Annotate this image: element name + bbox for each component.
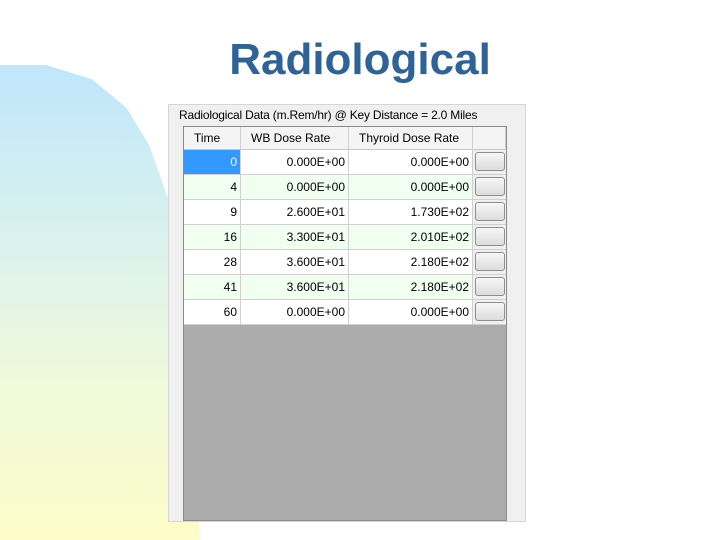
row-action-button[interactable]	[475, 177, 505, 196]
cell-time[interactable]: 9	[184, 200, 241, 225]
table-row[interactable]: 41 3.600E+01 2.180E+02	[184, 275, 506, 300]
cell-time[interactable]: 16	[184, 225, 241, 250]
row-button-cell	[473, 200, 506, 225]
cell-thyroid-dose-rate[interactable]: 0.000E+00	[349, 175, 473, 200]
column-header-wb-dose-rate[interactable]: WB Dose Rate	[241, 127, 349, 150]
slide-title: Radiological	[229, 35, 491, 84]
column-header-button	[473, 127, 506, 150]
cell-time[interactable]: 60	[184, 300, 241, 325]
row-button-cell	[473, 300, 506, 325]
row-button-cell	[473, 175, 506, 200]
cell-time[interactable]: 4	[184, 175, 241, 200]
table-row[interactable]: 9 2.600E+01 1.730E+02	[184, 200, 506, 225]
cell-wb-dose-rate[interactable]: 3.300E+01	[241, 225, 349, 250]
row-action-button[interactable]	[475, 277, 505, 296]
row-action-button[interactable]	[475, 202, 505, 221]
table-row[interactable]: 28 3.600E+01 2.180E+02	[184, 250, 506, 275]
row-button-cell	[473, 275, 506, 300]
row-action-button[interactable]	[475, 252, 505, 271]
cell-wb-dose-rate[interactable]: 0.000E+00	[241, 150, 349, 175]
cell-wb-dose-rate[interactable]: 0.000E+00	[241, 300, 349, 325]
column-header-time[interactable]: Time	[184, 127, 241, 150]
radiological-data-panel: Radiological Data (m.Rem/hr) @ Key Dista…	[168, 104, 526, 522]
cell-thyroid-dose-rate[interactable]: 1.730E+02	[349, 200, 473, 225]
cell-wb-dose-rate[interactable]: 2.600E+01	[241, 200, 349, 225]
cell-wb-dose-rate[interactable]: 3.600E+01	[241, 250, 349, 275]
table-row[interactable]: 4 0.000E+00 0.000E+00	[184, 175, 506, 200]
table-row[interactable]: 60 0.000E+00 0.000E+00	[184, 300, 506, 325]
cell-thyroid-dose-rate[interactable]: 2.010E+02	[349, 225, 473, 250]
cell-thyroid-dose-rate[interactable]: 0.000E+00	[349, 300, 473, 325]
row-action-button[interactable]	[475, 152, 505, 171]
row-button-cell	[473, 150, 506, 175]
data-grid[interactable]: Time WB Dose Rate Thyroid Dose Rate 0 0.0…	[183, 126, 507, 521]
cell-time[interactable]: 0	[184, 150, 241, 175]
table-row[interactable]: 0 0.000E+00 0.000E+00	[184, 150, 506, 175]
cell-time[interactable]: 41	[184, 275, 241, 300]
panel-label: Radiological Data (m.Rem/hr) @ Key Dista…	[179, 108, 478, 122]
row-button-cell	[473, 225, 506, 250]
table-row[interactable]: 16 3.300E+01 2.010E+02	[184, 225, 506, 250]
cell-thyroid-dose-rate[interactable]: 0.000E+00	[349, 150, 473, 175]
cell-wb-dose-rate[interactable]: 3.600E+01	[241, 275, 349, 300]
row-action-button[interactable]	[475, 227, 505, 246]
cell-thyroid-dose-rate[interactable]: 2.180E+02	[349, 275, 473, 300]
column-header-thyroid-dose-rate[interactable]: Thyroid Dose Rate	[349, 127, 473, 150]
cell-wb-dose-rate[interactable]: 0.000E+00	[241, 175, 349, 200]
row-action-button[interactable]	[475, 302, 505, 321]
cell-time[interactable]: 28	[184, 250, 241, 275]
cell-thyroid-dose-rate[interactable]: 2.180E+02	[349, 250, 473, 275]
row-button-cell	[473, 250, 506, 275]
